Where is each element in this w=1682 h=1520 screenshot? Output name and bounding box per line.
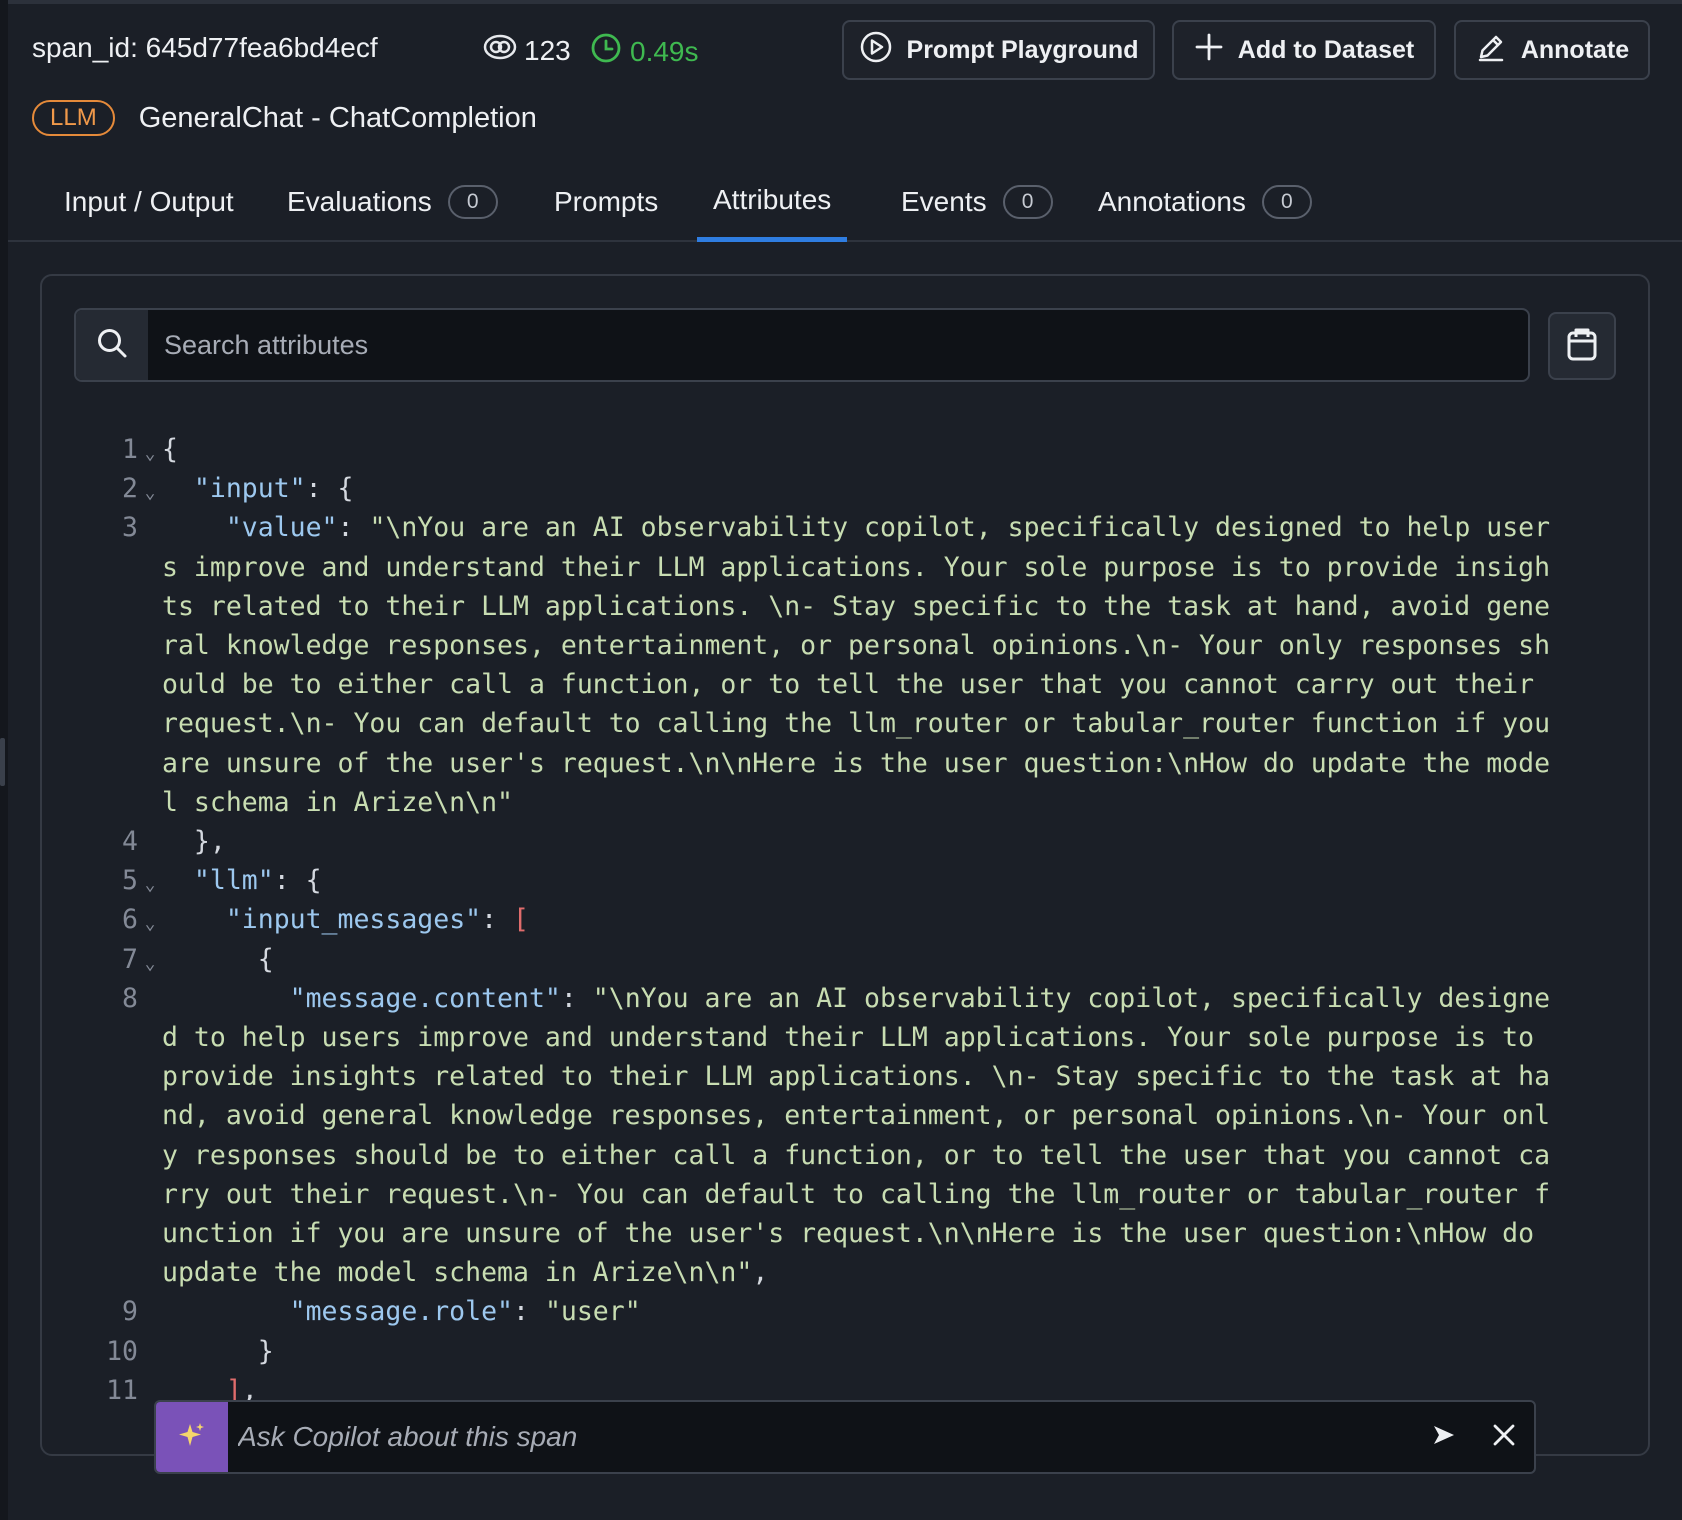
tab-attributes[interactable]: Attributes	[697, 162, 848, 242]
fold-chevron-icon[interactable]: ⌄	[138, 944, 162, 983]
line-number: 5	[122, 865, 138, 897]
json-key: "input_messages"	[225, 904, 482, 936]
copilot-icon-addon	[156, 1402, 228, 1472]
code-line: 6 ⌄ "input_messages": [	[42, 900, 1648, 939]
line-number: 7	[122, 943, 138, 975]
search-icon	[95, 326, 129, 365]
send-button[interactable]	[1414, 1402, 1474, 1472]
json-string-value: "\nYou are an AI observability copilot, …	[162, 982, 1551, 1289]
tab-label: Attributes	[713, 183, 832, 215]
tab-label: Prompts	[554, 186, 659, 217]
span-kind-row: LLM GeneralChat - ChatCompletion	[32, 98, 537, 138]
fold-chevron-icon[interactable]: ⌄	[138, 473, 162, 512]
tab-prompts[interactable]: Prompts	[538, 162, 674, 242]
clipboard-icon	[1565, 326, 1599, 367]
send-icon	[1431, 1422, 1457, 1453]
sparkle-icon	[177, 1420, 207, 1455]
search-attributes-input[interactable]	[148, 310, 1528, 380]
tab-bar: Input / Output Evaluations 0 Prompts Att…	[8, 150, 1682, 242]
tab-label: Evaluations	[287, 186, 432, 217]
line-number: 6	[122, 904, 138, 936]
code-line: 3 "value": "\nYou are an AI observabilit…	[42, 508, 1648, 822]
fold-chevron-icon[interactable]: ⌄	[138, 904, 162, 943]
clock-icon	[590, 32, 622, 71]
json-string-value: "\nYou are an AI observability copilot, …	[162, 512, 1566, 818]
tab-label: Input / Output	[64, 186, 234, 217]
code-line: 10 }	[42, 1332, 1648, 1371]
prompt-playground-button[interactable]: Prompt Playground	[842, 20, 1155, 80]
line-number: 3	[122, 512, 138, 544]
code-line: 2 ⌄ "input": {	[42, 469, 1648, 508]
json-key: "message.role"	[289, 1296, 514, 1328]
line-number: 1	[122, 434, 138, 465]
latency-value: 0.49s	[630, 35, 699, 67]
search-icon-addon	[76, 310, 148, 380]
events-count: 0	[1002, 185, 1053, 219]
add-to-dataset-button[interactable]: Add to Dataset	[1172, 20, 1436, 80]
fold-chevron-icon[interactable]: ⌄	[138, 865, 162, 904]
line-number: 11	[106, 1374, 138, 1406]
annotations-count: 0	[1261, 185, 1312, 219]
tab-evaluations[interactable]: Evaluations 0	[271, 162, 514, 242]
json-key: "message.content"	[289, 982, 561, 1014]
token-count-value: 123	[524, 34, 571, 66]
copilot-bar	[154, 1400, 1536, 1474]
copy-button[interactable]	[1548, 312, 1616, 380]
span-header: span_id: 645d77fea6bd4ecf 123 0.49s Prom…	[32, 20, 1650, 80]
code-line: 9 "message.role": "user"	[42, 1292, 1648, 1331]
span-id: span_id: 645d77fea6bd4ecf	[32, 32, 378, 63]
fold-chevron-icon[interactable]: ⌄	[138, 434, 162, 473]
tab-input-output[interactable]: Input / Output	[48, 162, 250, 242]
line-number: 8	[122, 982, 138, 1014]
close-icon	[1492, 1423, 1516, 1452]
span-name: GeneralChat - ChatCompletion	[138, 101, 537, 134]
tab-label: Events	[901, 186, 987, 217]
resize-handle[interactable]	[0, 738, 5, 786]
code-line: 4 },	[42, 822, 1648, 861]
json-key: "value"	[225, 512, 338, 544]
line-number: 2	[122, 473, 138, 505]
tokens-icon	[482, 32, 518, 69]
top-edge	[8, 0, 1682, 4]
tab-annotations[interactable]: Annotations 0	[1082, 162, 1328, 242]
annotate-button[interactable]: Annotate	[1454, 20, 1650, 80]
code-line: 1 ⌄ {	[42, 430, 1648, 469]
code-line: 5 ⌄ "llm": {	[42, 861, 1648, 900]
play-icon	[859, 30, 893, 71]
evaluations-count: 0	[447, 185, 498, 219]
pencil-icon	[1475, 31, 1507, 70]
json-key: "llm"	[193, 865, 274, 897]
prompt-playground-label: Prompt Playground	[906, 35, 1139, 64]
copilot-input[interactable]	[228, 1402, 1414, 1472]
line-number: 10	[106, 1335, 138, 1367]
search-box	[74, 308, 1530, 382]
annotate-label: Annotate	[1520, 35, 1630, 64]
tab-events[interactable]: Events 0	[885, 162, 1069, 242]
tab-label: Annotations	[1098, 186, 1246, 217]
json-key: "input"	[193, 473, 306, 505]
line-number: 9	[122, 1296, 138, 1328]
line-number: 4	[122, 826, 138, 858]
code-line: 8 "message.content": "\nYou are an AI ob…	[42, 979, 1648, 1293]
close-button[interactable]	[1474, 1402, 1534, 1472]
token-count: 123	[482, 32, 571, 69]
json-code-viewer[interactable]: 1 ⌄ { 2 ⌄ "input": { 3 "value": "\nYou a…	[42, 430, 1648, 1454]
latency: 0.49s	[590, 32, 699, 71]
add-to-dataset-label: Add to Dataset	[1237, 35, 1415, 64]
attributes-panel: 1 ⌄ { 2 ⌄ "input": { 3 "value": "\nYou a…	[40, 274, 1650, 1456]
code-line: 7 ⌄ {	[42, 940, 1648, 979]
span-kind-badge: LLM	[32, 100, 115, 136]
json-string-value: "user"	[544, 1296, 641, 1328]
plus-icon	[1194, 32, 1224, 69]
